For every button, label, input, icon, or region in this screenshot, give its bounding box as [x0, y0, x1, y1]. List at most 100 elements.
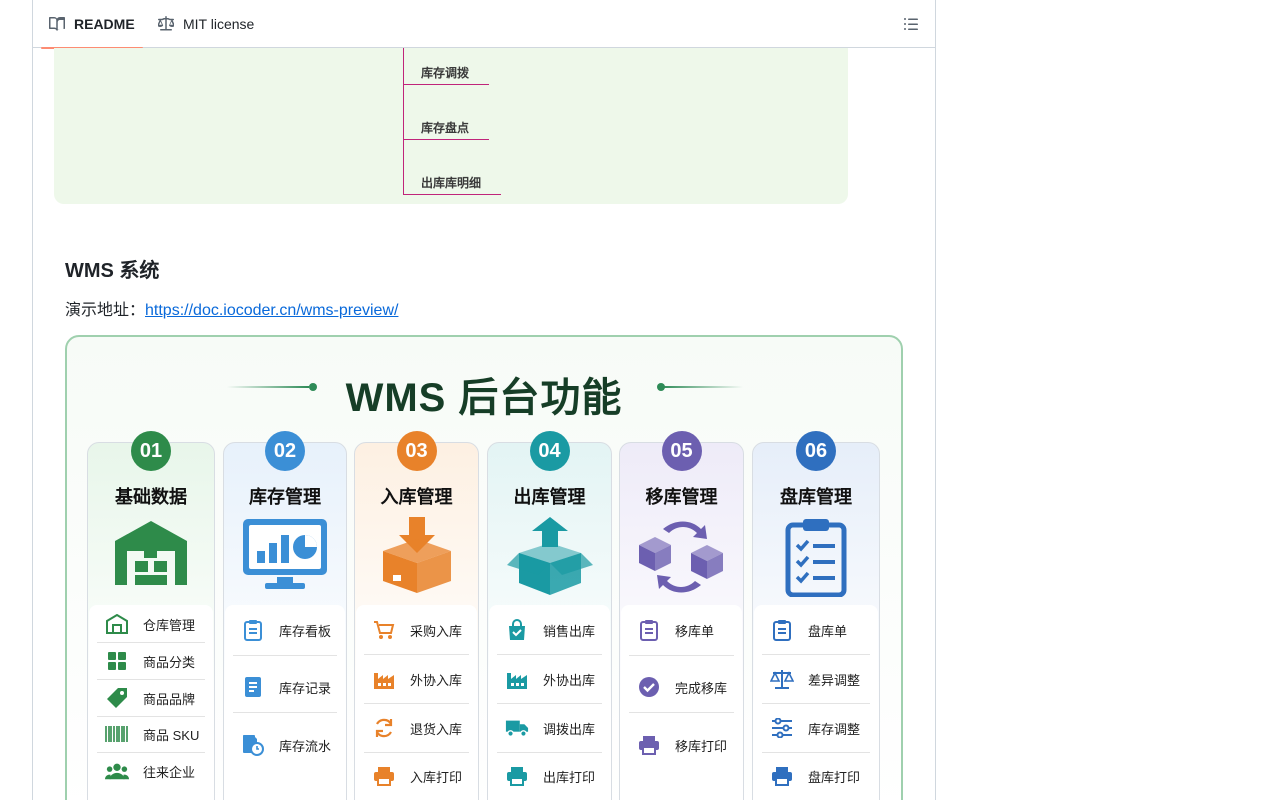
- feature-label: 移库单: [675, 623, 715, 639]
- section-heading: WMS 系统: [65, 260, 160, 282]
- mindmap-image: 库存调拨 库存盘点 出库库明细: [54, 48, 848, 204]
- module-title: 出库管理: [513, 487, 586, 507]
- feature-label: 盘库单: [808, 623, 848, 639]
- feature-list-item: 移库打印: [629, 719, 734, 771]
- inbound-box-icon: [379, 517, 455, 600]
- module-title: 移库管理: [645, 487, 718, 507]
- feature-list-item: 完成移库: [629, 661, 734, 713]
- feature-list-item: 盘库单: [762, 606, 870, 655]
- module-feature-list: 移库单完成移库移库打印: [621, 605, 742, 800]
- feature-list-item: 盘库打印: [762, 752, 870, 800]
- clipboard-icon: [241, 618, 265, 642]
- sliders-icon: [770, 716, 794, 740]
- module-number-badge: 03: [396, 431, 437, 471]
- feature-list-item: 销售出库: [497, 606, 602, 655]
- feature-list-item: 库存流水: [233, 719, 337, 771]
- feature-list-item: 外协入库: [364, 655, 469, 704]
- module-number-badge: 02: [265, 431, 305, 471]
- feature-label: 库存记录: [279, 680, 332, 696]
- feature-label: 外协出库: [543, 672, 596, 688]
- wms-feature-poster: WMS 后台功能 01 基础数据仓库管理商品分类商品品牌商品 SKU 往来企业 02 库…: [65, 335, 903, 800]
- feature-list-item: 采购入库: [364, 606, 469, 655]
- feature-list-item: 商品品牌: [97, 680, 205, 717]
- feature-list-item: 库存看板: [233, 604, 337, 656]
- title-decoration: [661, 386, 743, 388]
- factory-icon: [372, 667, 396, 691]
- tab-license-label: MIT license: [183, 16, 255, 32]
- feature-label: 采购入库: [410, 623, 463, 639]
- document-icon: [241, 675, 265, 699]
- module-number-badge: 06: [796, 431, 836, 471]
- clipboard-icon: [637, 618, 661, 642]
- tab-readme[interactable]: README: [41, 0, 143, 49]
- feature-label: 库存调整: [808, 721, 861, 737]
- transfer-cubes-icon: [635, 517, 729, 602]
- feature-list-item: 仓库管理: [97, 606, 205, 643]
- outline-list-icon[interactable]: [903, 16, 919, 32]
- readme-tabbar: README MIT license: [33, 0, 935, 49]
- divider: [629, 712, 734, 713]
- demo-label: 演示地址：: [65, 302, 146, 319]
- outbound-box-icon: [505, 517, 595, 602]
- feature-label: 盘库打印: [808, 769, 861, 785]
- module-feature-list: 仓库管理商品分类商品品牌商品 SKU 往来企业: [89, 605, 213, 800]
- refresh-icon: [372, 716, 396, 740]
- users-icon: [105, 759, 129, 783]
- feature-label: 商品 SKU: [143, 727, 200, 743]
- printer-icon: [770, 764, 794, 788]
- feature-label: 商品品牌: [143, 691, 196, 707]
- feature-label: 完成移库: [675, 680, 728, 696]
- feature-list-item: 库存调整: [762, 704, 870, 753]
- feature-label: 出库打印: [543, 769, 596, 785]
- feature-label: 库存流水: [279, 738, 332, 754]
- feature-label: 销售出库: [543, 623, 596, 639]
- grid-icon: [105, 649, 129, 673]
- module-title: 盘库管理: [780, 487, 852, 507]
- check-circle-icon: [637, 675, 661, 699]
- module-title: 库存管理: [249, 487, 321, 507]
- feature-list-item: 入库打印: [364, 752, 469, 800]
- module-number-badge: 05: [661, 431, 702, 471]
- feature-label: 商品分类: [143, 654, 196, 670]
- module-feature-list: 库存看板库存记录库存流水: [225, 605, 345, 800]
- feature-list-item: 外协出库: [497, 655, 602, 704]
- tag-icon: [105, 686, 129, 710]
- module-number-badge: 01: [131, 431, 171, 471]
- divider: [233, 655, 337, 656]
- warehouse-icon: [105, 612, 129, 636]
- divider: [233, 712, 337, 713]
- shopping-bag-icon: [505, 618, 529, 642]
- book-icon: [49, 16, 65, 31]
- feature-list-item: 差异调整: [762, 655, 870, 704]
- cart-icon: [372, 618, 396, 642]
- mindmap-node: 出库库明细: [403, 175, 501, 195]
- printer-icon: [505, 764, 529, 788]
- factory-icon: [505, 667, 529, 691]
- scale-icon: [770, 667, 794, 691]
- printer-icon: [637, 733, 661, 757]
- feature-label: 库存看板: [279, 623, 332, 639]
- monitor-chart-icon: [241, 517, 329, 596]
- barcode-icon: [105, 722, 129, 746]
- feature-list-item: 出库打印: [497, 752, 602, 800]
- printer-icon: [372, 764, 396, 788]
- module-title: 入库管理: [380, 487, 453, 507]
- warehouse-icon: [111, 517, 191, 594]
- module-feature-list: 采购入库外协入库退货入库入库打印: [356, 605, 477, 800]
- feature-label: 退货入库: [410, 721, 463, 737]
- feature-label: 仓库管理: [143, 617, 196, 633]
- poster-title: WMS 后台功能: [345, 376, 623, 420]
- tab-license[interactable]: MIT license: [158, 0, 254, 48]
- module-feature-list: 盘库单差异调整库存调整盘库打印: [754, 605, 878, 800]
- truck-icon: [505, 716, 529, 740]
- feature-label: 入库打印: [410, 769, 463, 785]
- clipboard-icon: [770, 618, 794, 642]
- feature-list-item: 商品 SKU: [97, 716, 205, 753]
- feature-label: 差异调整: [808, 672, 861, 688]
- module-title: 基础数据: [115, 487, 187, 507]
- feature-label: 往来企业: [143, 764, 196, 780]
- module-number-badge: 04: [529, 431, 570, 471]
- demo-link[interactable]: https://doc.iocoder.cn/wms-preview/: [145, 302, 398, 319]
- tab-readme-label: README: [74, 16, 135, 32]
- law-scale-icon: [158, 16, 174, 31]
